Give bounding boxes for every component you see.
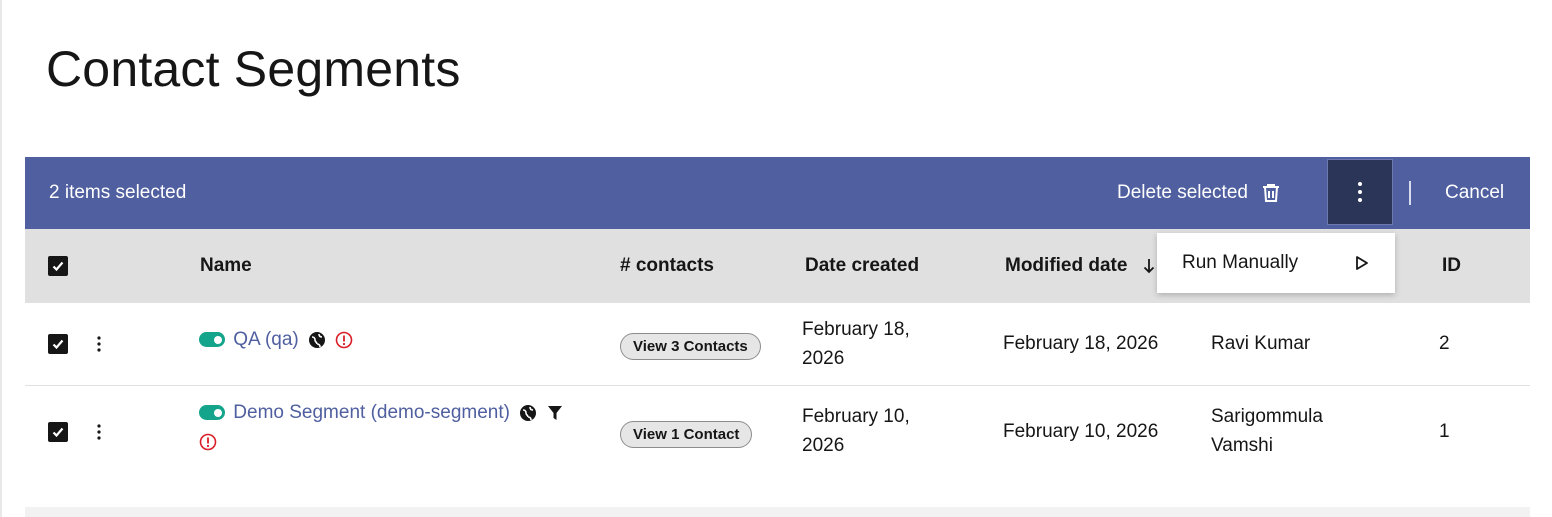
date-created-line1: February 10, [802,406,910,427]
row-checkbox[interactable] [48,422,68,442]
more-actions-button[interactable] [1327,159,1393,225]
date-created-line1: February 18, [802,319,910,340]
table-footer-band [25,507,1530,517]
table-row: QA (qa) View 3 Contacts February 18, 202… [25,303,1530,386]
column-header-id[interactable]: ID [1442,229,1461,303]
column-header-name[interactable]: Name [200,229,252,303]
kebab-icon [97,336,101,352]
play-icon [1356,256,1368,270]
created-by-line1: Ravi Kumar [1211,333,1311,354]
row-actions-button[interactable] [91,420,107,444]
filter-icon [547,405,562,420]
checkmark-icon [52,339,64,350]
segment-name-cell: Demo Segment (demo-segment) [199,398,563,456]
row-checkbox[interactable] [48,334,68,354]
bulk-action-bar: 2 items selected Delete selected Cancel [25,157,1530,229]
contacts-cell: View 1 Contact [620,419,753,448]
segment-name-link[interactable]: QA (qa) [233,329,298,350]
kebab-icon [1358,182,1362,202]
segment-name-cell: QA (qa) [199,325,353,354]
id-cell: 1 [1439,421,1450,442]
checkmark-icon [52,427,64,438]
modified-date-cell: February 10, 2026 [1003,421,1159,442]
created-by-line1: Sarigommula [1211,406,1323,427]
warning-icon [336,331,353,349]
date-created-line2: 2026 [802,348,845,369]
toggle-on-icon[interactable] [199,332,225,348]
segment-name-link[interactable]: Demo Segment (demo-segment) [233,402,510,423]
kebab-icon [97,424,101,440]
date-created-cell: February 18, 2026 [802,315,910,373]
toolbar-divider [1409,181,1411,205]
sort-arrow-down-icon [1143,258,1154,274]
column-header-modified-date-label: Modified date [1005,255,1128,276]
date-created-line2: 2026 [802,435,845,456]
cancel-button[interactable]: Cancel [1445,157,1504,229]
trash-icon [1260,182,1282,204]
contacts-cell: View 3 Contacts [620,331,761,360]
created-by-line2: Vamshi [1211,435,1273,456]
date-created-cell: February 10, 2026 [802,402,910,460]
modified-date-cell: February 18, 2026 [1003,333,1159,354]
created-by-cell: Sarigommula Vamshi [1211,402,1323,460]
run-manually-label: Run Manually [1182,252,1299,273]
column-header-modified-date[interactable]: Modified date [1005,229,1155,303]
table-row: Demo Segment (demo-segment) View 1 Conta… [25,386,1530,476]
selected-count: 2 items selected [49,182,187,203]
created-by-cell: Ravi Kumar [1211,329,1310,358]
column-header-date-created[interactable]: Date created [805,229,919,303]
view-contacts-button[interactable]: View 3 Contacts [620,333,761,360]
page-title: Contact Segments [46,41,461,97]
checkmark-icon [52,261,64,272]
row-actions-button[interactable] [91,332,107,356]
left-rule [0,0,2,517]
run-manually-menu-item[interactable]: Run Manually [1157,233,1395,293]
toggle-on-icon[interactable] [199,405,225,421]
select-all-checkbox[interactable] [48,256,68,276]
id-cell: 2 [1439,333,1450,354]
column-header-contacts[interactable]: # contacts [620,229,714,303]
globe-icon [520,404,537,421]
delete-selected-button[interactable]: Delete selected [1117,157,1282,229]
delete-selected-label: Delete selected [1117,182,1248,203]
warning-icon [199,433,217,451]
globe-icon [309,331,326,348]
view-contacts-button[interactable]: View 1 Contact [620,421,753,448]
